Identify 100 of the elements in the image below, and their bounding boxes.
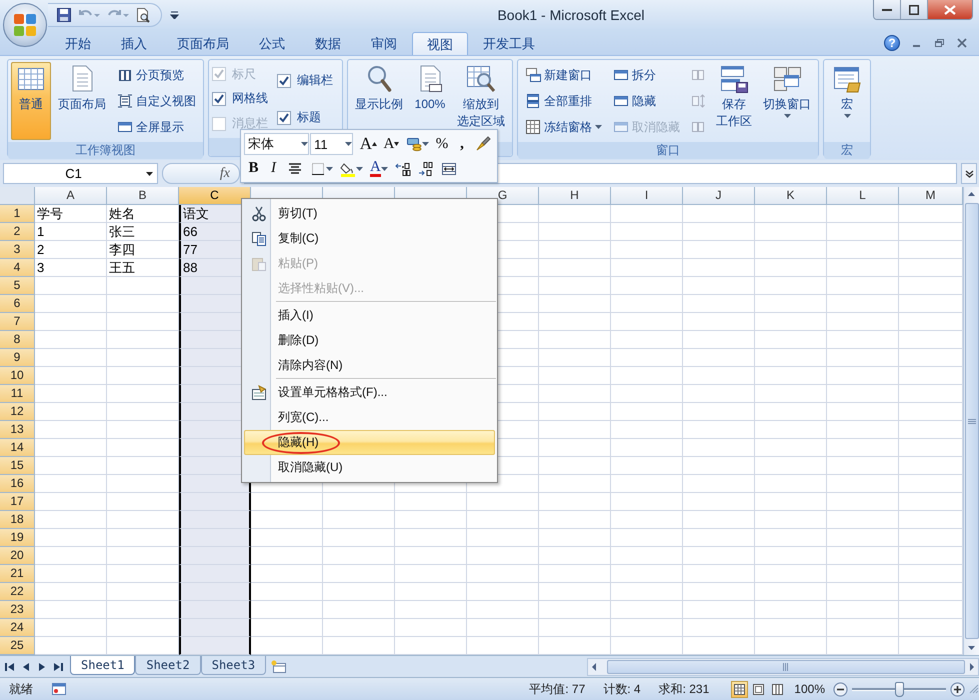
comma-button[interactable]: , xyxy=(452,134,472,154)
ribbon-tab[interactable]: 页面布局 xyxy=(162,32,244,55)
first-icon[interactable] xyxy=(4,660,16,672)
font-color-button[interactable]: A xyxy=(367,158,391,179)
close-button[interactable] xyxy=(928,0,972,19)
column-header[interactable]: B xyxy=(107,187,179,205)
ribbon-button[interactable]: 页面布局 xyxy=(54,62,110,140)
font-size-dropdown[interactable]: 11 xyxy=(310,133,354,155)
menu-item[interactable]: 设置单元格格式(F)... xyxy=(244,380,495,405)
ribbon-tab[interactable]: 插入 xyxy=(106,32,162,55)
column-header[interactable]: L xyxy=(827,187,899,205)
scrollbar-thumb[interactable] xyxy=(964,203,978,639)
row-header[interactable]: 15 xyxy=(0,457,35,475)
menu-item[interactable]: 清除内容(N) xyxy=(244,353,495,378)
row-header[interactable]: 19 xyxy=(0,529,35,547)
row-header[interactable]: 4 xyxy=(0,259,35,277)
ribbon-button[interactable]: 全部重排 xyxy=(521,90,606,112)
view-button[interactable] xyxy=(731,680,748,698)
sheet-tab[interactable]: Sheet2 xyxy=(135,656,201,675)
sheet-tab[interactable]: Sheet1 xyxy=(70,656,136,675)
ribbon-button[interactable]: 隐藏 xyxy=(609,90,684,112)
row-header[interactable]: 18 xyxy=(0,511,35,529)
last-icon[interactable] xyxy=(52,660,64,672)
column-header[interactable]: J xyxy=(683,187,755,205)
row-header[interactable]: 7 xyxy=(0,313,35,331)
menu-item[interactable]: 隐藏(H) xyxy=(244,430,495,455)
row-header[interactable]: 10 xyxy=(0,367,35,385)
scrollbar-thumb[interactable] xyxy=(607,660,965,674)
ribbon-button[interactable]: 切换窗口 xyxy=(759,62,815,140)
row-header[interactable]: 12 xyxy=(0,403,35,421)
row-header[interactable]: 24 xyxy=(0,619,35,637)
menu-item[interactable]: 删除(D) xyxy=(244,328,495,353)
sheet-tab[interactable]: Sheet3 xyxy=(200,656,266,675)
shrink-font-button[interactable]: A xyxy=(380,134,402,154)
ribbon-button[interactable]: 普通 xyxy=(11,62,51,140)
row-header[interactable]: 11 xyxy=(0,385,35,403)
row-header[interactable]: 5 xyxy=(0,277,35,295)
ribbon-button[interactable]: 宏 xyxy=(827,62,867,140)
row-header[interactable]: 20 xyxy=(0,547,35,565)
scrollbar[interactable] xyxy=(963,187,979,655)
font-dropdown[interactable]: 宋体 xyxy=(244,133,310,155)
ribbon-button[interactable]: 新建窗口 xyxy=(521,64,606,86)
row-header[interactable]: 25 xyxy=(0,637,35,655)
customize-icon[interactable] xyxy=(170,11,179,19)
checkbox[interactable] xyxy=(277,110,291,124)
zoom-in-icon[interactable] xyxy=(950,682,965,696)
row-header[interactable]: 17 xyxy=(0,493,35,511)
zoom-level[interactable]: 100% xyxy=(794,682,825,696)
row-header[interactable]: 1 xyxy=(0,205,35,223)
restore-button[interactable] xyxy=(901,0,928,19)
checkbox[interactable] xyxy=(212,92,226,106)
new-sheet-icon[interactable] xyxy=(270,660,288,674)
ribbon-button[interactable]: 保存 工作区 xyxy=(712,62,756,140)
column-header[interactable]: M xyxy=(899,187,963,205)
row-header[interactable]: 16 xyxy=(0,475,35,493)
expand-button[interactable] xyxy=(961,163,977,184)
column-header[interactable]: K xyxy=(755,187,827,205)
percent-button[interactable]: % xyxy=(432,134,452,154)
row-header[interactable]: 13 xyxy=(0,421,35,439)
ribbon-tab[interactable]: 开始 xyxy=(50,32,106,55)
row-header[interactable]: 2 xyxy=(0,223,35,241)
macro-record-icon[interactable] xyxy=(51,682,67,696)
menu-item[interactable]: 插入(I) xyxy=(244,303,495,328)
ribbon-tab[interactable]: 公式 xyxy=(244,32,300,55)
row-header[interactable]: 6 xyxy=(0,295,35,313)
save-icon[interactable] xyxy=(56,7,72,23)
name-box[interactable]: C1 xyxy=(3,163,158,184)
row-header[interactable]: 14 xyxy=(0,439,35,457)
ribbon-button[interactable]: 拆分 xyxy=(609,64,684,86)
close-icon[interactable] xyxy=(957,38,967,48)
ribbon-button[interactable]: 自定义视图 xyxy=(113,90,200,112)
row-header[interactable]: 9 xyxy=(0,349,35,367)
row-header[interactable]: 22 xyxy=(0,583,35,601)
row-header[interactable]: 21 xyxy=(0,565,35,583)
ribbon-button[interactable]: 冻结窗格 xyxy=(521,116,606,138)
zoom-out-icon[interactable] xyxy=(833,682,848,696)
checkbox[interactable] xyxy=(277,74,291,88)
column-header[interactable]: A xyxy=(35,187,107,205)
row-header[interactable]: 8 xyxy=(0,331,35,349)
restore-icon[interactable] xyxy=(934,38,945,48)
grow-font-button[interactable]: A xyxy=(357,134,380,154)
column-header[interactable]: I xyxy=(611,187,683,205)
ribbon-tab[interactable]: 审阅 xyxy=(356,32,412,55)
row-header[interactable]: 23 xyxy=(0,601,35,619)
ribbon-tab[interactable]: 数据 xyxy=(300,32,356,55)
menu-item[interactable]: 列宽(C)... xyxy=(244,405,495,430)
page-magnifier-icon[interactable] xyxy=(135,7,151,23)
ribbon-tab[interactable]: 视图 xyxy=(412,32,468,55)
ribbon-button[interactable]: 分页预览 xyxy=(113,64,200,86)
ribbon-button[interactable]: 全屏显示 xyxy=(113,116,200,138)
italic-button[interactable]: I xyxy=(264,158,283,179)
column-header[interactable]: C xyxy=(179,187,251,205)
ribbon-tab[interactable]: 开发工具 xyxy=(468,32,550,55)
menu-item[interactable]: 取消隐藏(U) xyxy=(244,455,495,480)
minimize-button[interactable] xyxy=(874,0,901,19)
scrollbar[interactable] xyxy=(587,658,979,676)
bold-button[interactable]: B xyxy=(244,158,263,179)
insert-function-button[interactable]: fx xyxy=(218,164,231,182)
slider-thumb[interactable] xyxy=(895,682,904,696)
column-header[interactable]: H xyxy=(539,187,611,205)
